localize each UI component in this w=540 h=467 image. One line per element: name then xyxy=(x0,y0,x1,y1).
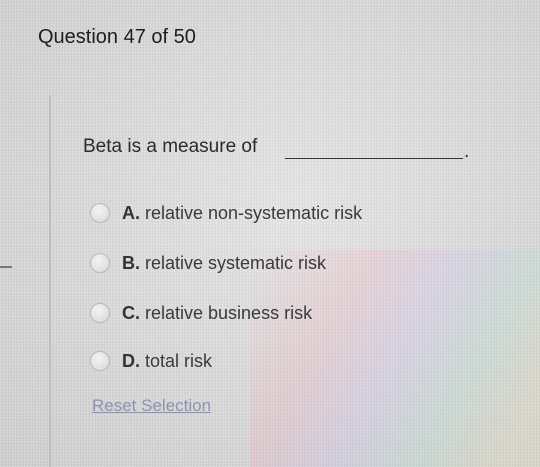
question-panel: Beta is a measure of . A. relative non-s… xyxy=(70,108,510,438)
option-c-label: relative business risk xyxy=(145,302,313,323)
panel-divider xyxy=(49,95,51,467)
option-a[interactable]: A. relative non-systematic risk xyxy=(90,200,362,226)
option-d-label: total risk xyxy=(145,350,213,371)
reset-selection-link[interactable]: Reset Selection xyxy=(92,396,211,416)
question-prompt: Beta is a measure of xyxy=(83,136,257,158)
question-prompt-text: Beta is a measure of xyxy=(83,136,258,157)
radio-option-a[interactable] xyxy=(90,203,110,223)
blank-period: . xyxy=(464,141,470,162)
option-b[interactable]: B. relative systematic risk xyxy=(90,250,326,276)
option-d-letter: D. xyxy=(122,350,140,371)
radio-option-b[interactable] xyxy=(90,253,110,273)
option-a-label: relative non-systematic risk xyxy=(145,202,363,223)
question-counter: Question 47 of 50 xyxy=(38,26,196,48)
answer-blank xyxy=(285,158,463,159)
option-a-letter: A. xyxy=(122,202,140,223)
radio-option-d[interactable] xyxy=(90,351,110,371)
option-c-letter: C. xyxy=(122,302,140,323)
option-b-label: relative systematic risk xyxy=(145,252,327,273)
nav-edge-marker xyxy=(0,266,12,268)
radio-option-c[interactable] xyxy=(90,303,110,323)
option-d[interactable]: D. total risk xyxy=(90,348,212,374)
option-b-letter: B. xyxy=(122,252,140,273)
option-c[interactable]: C. relative business risk xyxy=(90,300,312,326)
